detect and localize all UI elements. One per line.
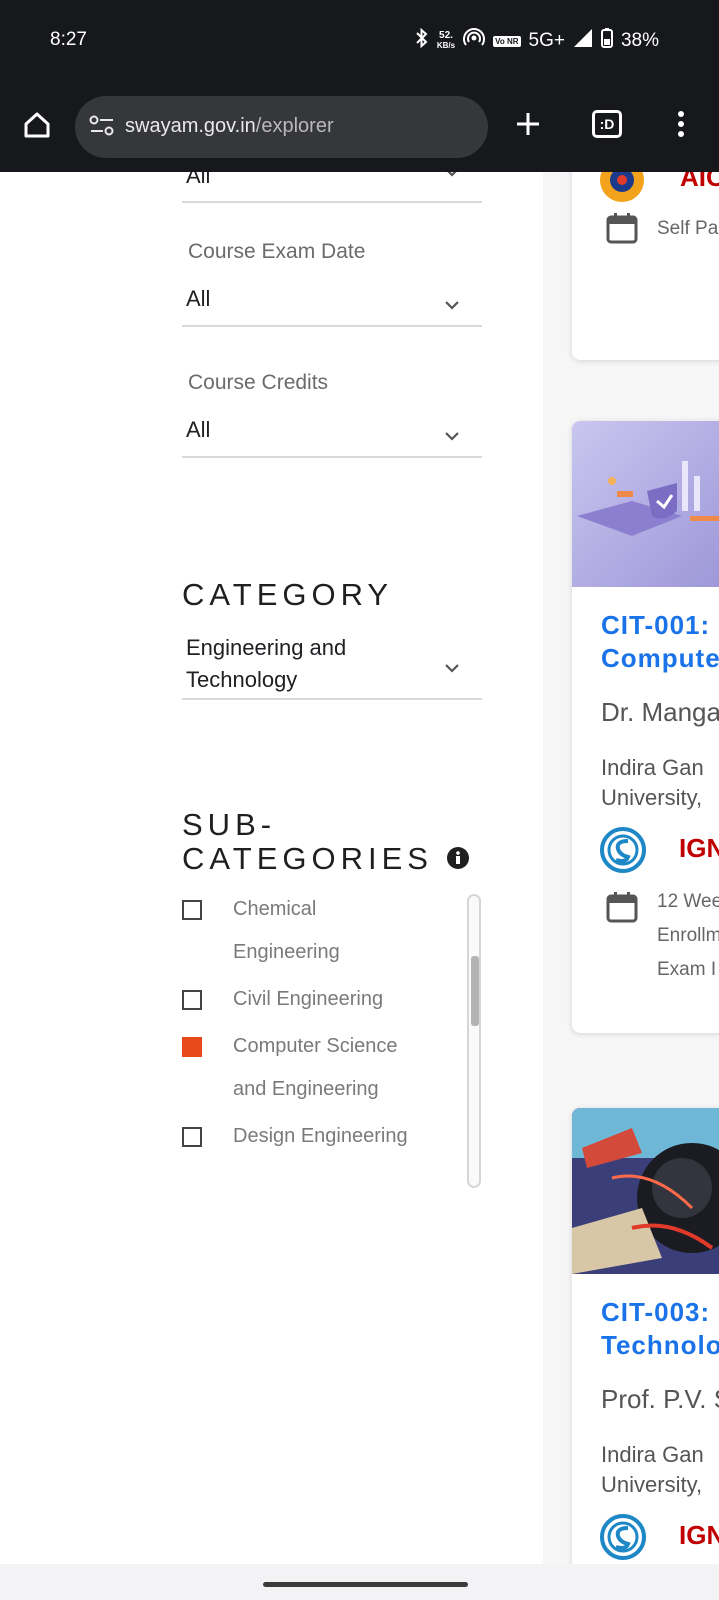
home-icon[interactable] — [22, 110, 52, 145]
subcategory-item-chemical[interactable]: Chemical Engineering — [182, 894, 482, 974]
status-icons: 52. KB/s Vo NR 5G+ 38% — [415, 27, 659, 54]
chevron-down-icon — [444, 660, 460, 678]
course-card[interactable]: AIC Self Pa — [572, 172, 719, 360]
chevron-down-icon — [444, 172, 460, 182]
exam-date-label: Course Exam Date — [188, 240, 366, 263]
course-card[interactable]: CIT-001: Compute Dr. Manga Indira Gan Un… — [572, 421, 719, 1033]
site-settings-icon[interactable] — [89, 115, 115, 142]
aicte-logo-icon — [596, 172, 648, 211]
subcategories-title: SUB- CATEGORIES — [182, 808, 469, 876]
system-nav-bar — [0, 1564, 719, 1600]
subcategory-list[interactable]: Chemical Engineering Civil Engineering C… — [182, 894, 482, 1184]
status-time: 8:27 — [50, 29, 87, 50]
chevron-down-icon — [444, 428, 460, 446]
category-title: CATEGORY — [182, 577, 394, 612]
vonr-badge: Vo NR — [493, 35, 521, 47]
course-title[interactable]: CIT-001: Compute — [601, 609, 719, 675]
bluetooth-icon — [415, 27, 429, 54]
course-thumbnail — [572, 421, 719, 587]
card-org-name: AIC — [680, 172, 719, 192]
browser-toolbar: swayam.gov.in/explorer :D — [0, 86, 719, 172]
subcategory-item-computer-science[interactable]: Computer Science and Engineering — [182, 1025, 482, 1111]
card-duration: Self Pa — [657, 218, 719, 239]
category-select[interactable]: Engineering and Technology — [182, 632, 482, 700]
more-menu-icon[interactable] — [677, 110, 685, 143]
status-bar: 8:27 52. KB/s Vo NR 5G+ 38% — [0, 0, 719, 86]
page-content: All Course Exam Date All Course Credits … — [0, 172, 719, 1564]
course-thumbnail — [572, 1108, 719, 1274]
course-university: Indira Gan University, — [601, 755, 704, 810]
course-instructor: Prof. P.V. S — [601, 1384, 719, 1414]
course-instructor: Dr. Manga — [601, 697, 719, 727]
network-type: 5G+ — [528, 30, 565, 51]
new-tab-icon[interactable] — [514, 110, 542, 143]
card-org-name: IGN — [679, 833, 719, 863]
subcategory-scrollbar[interactable] — [467, 894, 481, 1188]
exam-date-select[interactable]: All — [182, 283, 482, 327]
ignou-logo-icon — [598, 1514, 648, 1564]
credits-label: Course Credits — [188, 371, 329, 394]
signal-icon — [573, 28, 593, 54]
net-speed: 52. KB/s — [436, 30, 456, 51]
checkbox[interactable] — [182, 1127, 202, 1147]
tab-switcher-button[interactable]: :D — [592, 110, 622, 138]
card-org-name: IGN — [679, 1520, 719, 1550]
subcategory-item-civil[interactable]: Civil Engineering — [182, 978, 482, 1021]
home-gesture-handle[interactable] — [263, 1582, 468, 1587]
course-card[interactable]: CIT-003: Technolo Prof. P.V. S Indira Ga… — [572, 1108, 719, 1564]
checkbox[interactable] — [182, 900, 202, 920]
credits-select[interactable]: All — [182, 414, 482, 458]
hotspot-icon — [463, 28, 486, 54]
checkbox[interactable] — [182, 990, 202, 1010]
course-meta: 12 Wee Enrollm Exam I — [657, 891, 719, 980]
address-bar[interactable]: swayam.gov.in/explorer — [75, 96, 488, 158]
calendar-icon — [606, 212, 638, 249]
info-icon[interactable] — [446, 842, 469, 876]
subcategory-item-design[interactable]: Design Engineering — [182, 1115, 482, 1158]
scrollbar-thumb[interactable] — [471, 956, 479, 1026]
top-filter-select[interactable]: All — [182, 172, 482, 203]
checkbox-checked[interactable] — [182, 1037, 202, 1057]
battery-icon — [600, 28, 613, 54]
battery-percent: 38% — [620, 30, 659, 51]
url-text: swayam.gov.in/explorer — [125, 115, 334, 137]
chevron-down-icon — [444, 297, 460, 315]
course-university: Indira Gan University, — [601, 1442, 704, 1497]
calendar-icon — [606, 891, 638, 928]
ignou-logo-icon — [598, 827, 648, 878]
course-title[interactable]: CIT-003: Technolo — [601, 1296, 719, 1362]
